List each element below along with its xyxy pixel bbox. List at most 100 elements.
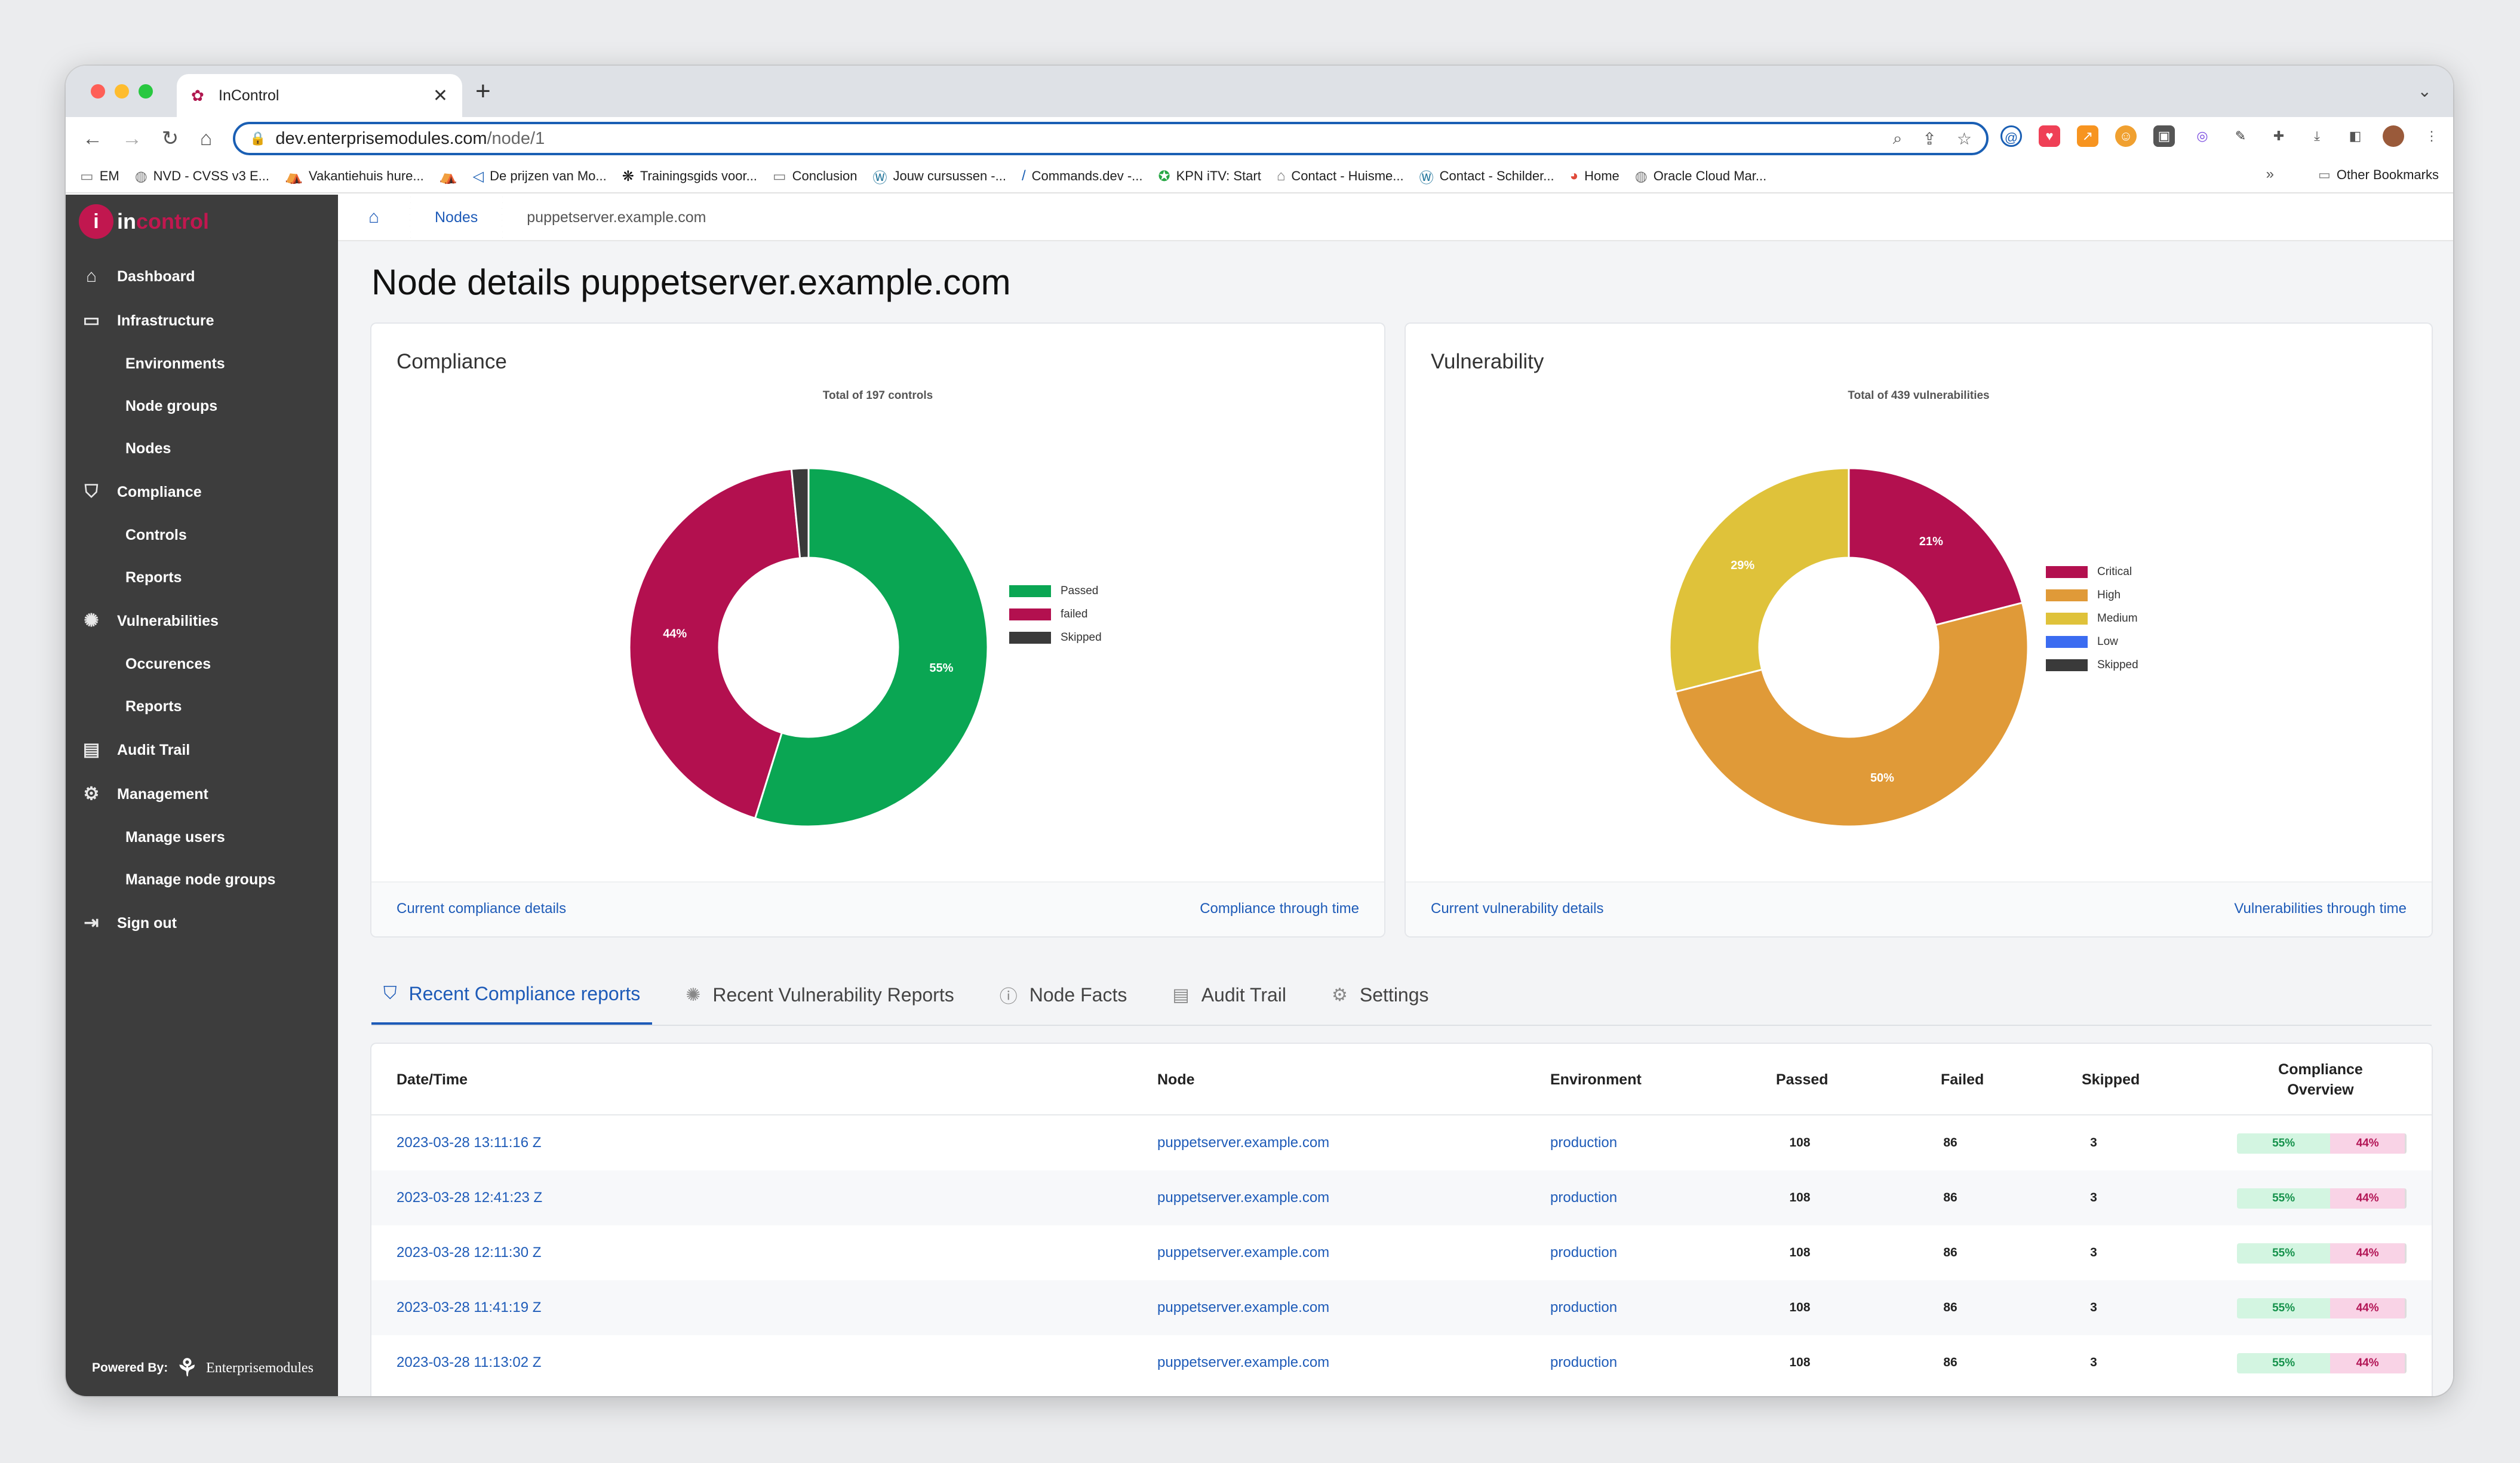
report-datetime-link[interactable]: 2023-03-28 12:41:23 Z (397, 1170, 542, 1225)
bookmark-item[interactable]: ✪ KPN iTV: Start (1158, 168, 1261, 185)
bookmark-item[interactable]: ◁ De prijzen van Mo... (473, 168, 607, 185)
column-header-skipped[interactable]: Skipped (2082, 1044, 2140, 1115)
column-header-compliance-overview[interactable]: Compliance Overview (2247, 1044, 2395, 1115)
sidebar-item-vulnerabilities[interactable]: ✺ Vulnerabilities (66, 599, 338, 643)
sidebar-item-vulnerability-reports[interactable]: Reports (66, 686, 338, 728)
sidebar-item-compliance-reports[interactable]: Reports (66, 557, 338, 599)
sidebar-item-controls[interactable]: Controls (66, 514, 338, 557)
environment-link[interactable]: production (1550, 1115, 1617, 1170)
more-bookmarks-icon[interactable]: » (2266, 166, 2274, 183)
breadcrumb-home-icon[interactable]: ⌂ (338, 207, 410, 228)
minimize-window-button[interactable] (115, 84, 129, 99)
download-icon[interactable]: ⤓ (2306, 125, 2328, 147)
legend-entry[interactable]: Skipped (2046, 653, 2138, 677)
breadcrumb-nodes[interactable]: Nodes (411, 194, 502, 241)
bookmark-star-icon[interactable]: ☆ (1957, 129, 1972, 149)
sidebar-item-sign-out[interactable]: ⇥ Sign out (66, 901, 338, 945)
node-link[interactable]: puppetserver.example.com (1157, 1225, 1329, 1280)
address-bar[interactable]: 🔒 dev.enterprisemodules.com/node/1 ⌕ ⇪ ☆ (233, 122, 1989, 155)
profile-avatar[interactable] (2383, 125, 2404, 147)
bookmark-item[interactable]: ▭ Conclusion (773, 168, 858, 185)
url-text[interactable]: dev.enterprisemodules.com/node/1 (275, 129, 545, 149)
legend-entry[interactable]: failed (1009, 603, 1102, 626)
bookmark-item[interactable]: / Commands.dev -... (1022, 168, 1143, 185)
sidebar-item-nodes[interactable]: Nodes (66, 428, 338, 470)
extension-7-icon[interactable]: ✎ (2230, 125, 2251, 147)
sidebar-item-infrastructure[interactable]: ▭ Infrastructure (66, 299, 338, 343)
bookmark-item[interactable]: Ⓦ Jouw cursussen -... (872, 166, 1006, 187)
extension-1-icon[interactable]: @ (2000, 125, 2022, 147)
node-link[interactable]: puppetserver.example.com (1157, 1115, 1329, 1170)
tab-recent-vulnerability-reports[interactable]: ✺ Recent Vulnerability Reports (674, 965, 966, 1025)
reload-icon[interactable]: ↻ (155, 123, 185, 154)
node-link[interactable]: puppetserver.example.com (1157, 1170, 1329, 1225)
column-header-failed[interactable]: Failed (1941, 1044, 1984, 1115)
side-panel-icon[interactable]: ◧ (2344, 125, 2366, 147)
legend-entry[interactable]: Low (2046, 630, 2138, 653)
tab-recent-compliance-reports[interactable]: ⛉ Recent Compliance reports (371, 965, 653, 1025)
extension-4-icon[interactable]: ☺ (2115, 125, 2137, 147)
sidebar-item-manage-users[interactable]: Manage users (66, 816, 338, 859)
close-tab-icon[interactable]: ✕ (433, 85, 448, 106)
pocket-icon[interactable]: ♥ (2039, 125, 2060, 147)
donut-slice-medium[interactable] (1668, 467, 1850, 693)
report-datetime-link[interactable]: 2023-03-28 13:11:16 Z (397, 1115, 541, 1170)
extensions-puzzle-icon[interactable]: ✚ (2268, 125, 2289, 147)
sidebar-item-manage-node-groups[interactable]: Manage node groups (66, 859, 338, 901)
sidebar-item-dashboard[interactable]: ⌂ Dashboard (66, 254, 338, 299)
legend-entry[interactable]: High (2046, 583, 2138, 607)
sidebar-item-environments[interactable]: Environments (66, 343, 338, 385)
environment-link[interactable]: production (1550, 1335, 1617, 1390)
column-header-datetime[interactable]: Date/Time (397, 1044, 468, 1115)
report-datetime-link[interactable]: 2023-03-28 11:41:19 Z (397, 1280, 541, 1335)
bookmark-item[interactable]: ⛺ Vakantiehuis hure... (285, 168, 424, 185)
bookmark-item[interactable]: ◍ NVD - CVSS v3 E... (135, 168, 269, 185)
back-icon[interactable]: ← (78, 123, 107, 154)
share-icon[interactable]: ⇪ (1922, 129, 1936, 149)
compliance-through-time-link[interactable]: Compliance through time (1200, 900, 1359, 917)
sidebar-item-compliance[interactable]: ⛉ Compliance (66, 470, 338, 514)
tab-search-chevron-icon[interactable]: ⌄ (2418, 81, 2432, 101)
bookmark-item[interactable]: ◍ Oracle Cloud Mar... (1635, 168, 1766, 185)
vulnerabilities-through-time-link[interactable]: Vulnerabilities through time (2234, 900, 2407, 917)
environment-link[interactable]: production (1550, 1280, 1617, 1335)
column-header-passed[interactable]: Passed (1776, 1044, 1828, 1115)
legend-entry[interactable]: Critical (2046, 560, 2138, 583)
forward-icon[interactable]: → (117, 123, 147, 154)
zoom-icon[interactable]: ⌕ (1893, 129, 1903, 149)
tab-audit-trail[interactable]: ▤ Audit Trail (1160, 965, 1298, 1025)
tab-node-facts[interactable]: ⓘ Node Facts (988, 965, 1139, 1025)
bookmark-item[interactable]: ⛺ (440, 168, 457, 185)
environment-link[interactable]: production (1550, 1170, 1617, 1225)
bookmark-item[interactable]: ◕ Home (1570, 168, 1619, 185)
column-header-environment[interactable]: Environment (1550, 1044, 1642, 1115)
browser-menu-icon[interactable]: ⋮ (2421, 125, 2442, 147)
sidebar-item-management[interactable]: ⚙ Management (66, 772, 338, 816)
report-datetime-link[interactable]: 2023-03-28 12:11:30 Z (397, 1225, 541, 1280)
extension-5-icon[interactable]: ▣ (2153, 125, 2175, 147)
sidebar-item-audit-trail[interactable]: ▤ Audit Trail (66, 728, 338, 772)
bookmark-item[interactable]: ⌂ Contact - Huisme... (1277, 168, 1404, 185)
current-vulnerability-details-link[interactable]: Current vulnerability details (1431, 900, 1603, 917)
bookmark-item[interactable]: Ⓦ Contact - Schilder... (1419, 166, 1554, 187)
close-window-button[interactable] (91, 84, 105, 99)
node-link[interactable]: puppetserver.example.com (1157, 1335, 1329, 1390)
maximize-window-button[interactable] (139, 84, 153, 99)
node-link[interactable]: puppetserver.example.com (1157, 1280, 1329, 1335)
incontrol-logo[interactable]: i incontrol (79, 204, 209, 239)
browser-tab[interactable]: ✿ InControl ✕ (177, 74, 462, 117)
current-compliance-details-link[interactable]: Current compliance details (397, 900, 566, 917)
extension-6-icon[interactable]: ◎ (2192, 125, 2213, 147)
bookmark-item[interactable]: ▭ EM (80, 168, 119, 185)
column-header-node[interactable]: Node (1157, 1044, 1195, 1115)
environment-link[interactable]: production (1550, 1225, 1617, 1280)
legend-entry[interactable]: Skipped (1009, 626, 1102, 649)
other-bookmarks[interactable]: ▭ Other Bookmarks (2318, 167, 2439, 183)
legend-entry[interactable]: Passed (1009, 579, 1102, 603)
tab-settings[interactable]: ⚙ Settings (1320, 965, 1441, 1025)
bookmark-item[interactable]: ❋ Trainingsgids voor... (622, 168, 757, 185)
new-tab-icon[interactable]: + (475, 76, 491, 106)
legend-entry[interactable]: Medium (2046, 607, 2138, 630)
home-icon[interactable]: ⌂ (191, 123, 221, 154)
extension-3-icon[interactable]: ↗ (2077, 125, 2098, 147)
